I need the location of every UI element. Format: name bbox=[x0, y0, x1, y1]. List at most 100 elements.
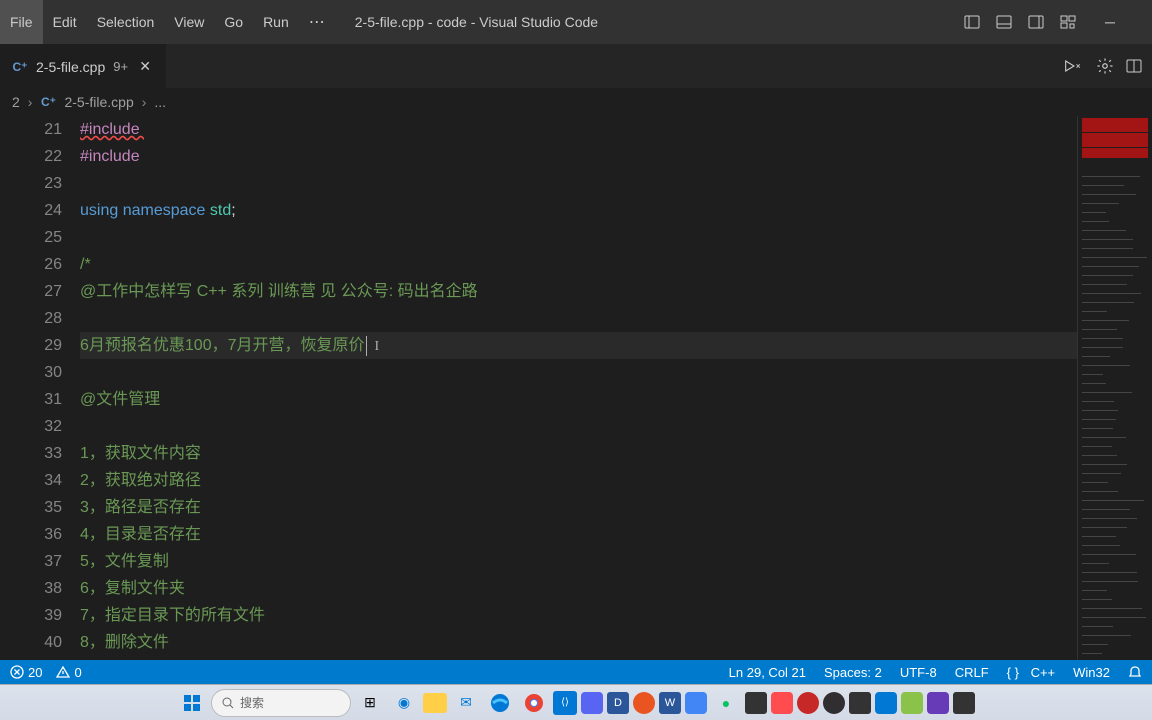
minimap-line bbox=[1082, 248, 1133, 249]
line-number: 24 bbox=[0, 197, 62, 224]
menubar: File Edit Selection View Go Run ⋯ bbox=[0, 0, 335, 44]
editor[interactable]: 2122232425262728293031323334353637383940… bbox=[0, 116, 1152, 660]
minimap-line bbox=[1082, 635, 1131, 636]
app-icon[interactable] bbox=[849, 692, 871, 714]
menu-overflow-icon[interactable]: ⋯ bbox=[299, 12, 335, 32]
code-area[interactable]: #include #include using namespace std; /… bbox=[80, 116, 1077, 660]
status-eol[interactable]: CRLF bbox=[955, 665, 989, 680]
line-number: 33 bbox=[0, 440, 62, 467]
obs-icon[interactable] bbox=[823, 692, 845, 714]
app-icon[interactable] bbox=[927, 692, 949, 714]
app-icon[interactable]: D bbox=[607, 692, 629, 714]
minimap-line bbox=[1082, 563, 1109, 564]
app-icon[interactable] bbox=[581, 692, 603, 714]
minimap-line bbox=[1082, 428, 1113, 429]
code-line[interactable]: 4，目录是否存在 bbox=[80, 521, 1077, 548]
status-position[interactable]: Ln 29, Col 21 bbox=[729, 665, 806, 680]
code-line[interactable] bbox=[80, 170, 1077, 197]
code-line[interactable]: #include bbox=[80, 143, 1077, 170]
breadcrumb-file[interactable]: 2-5-file.cpp bbox=[64, 94, 133, 110]
breadcrumb-folder[interactable]: 2 bbox=[12, 94, 20, 110]
tab-dirty-indicator: 9+ bbox=[113, 59, 128, 74]
line-number: 23 bbox=[0, 170, 62, 197]
word-icon[interactable]: W bbox=[659, 692, 681, 714]
app-icon[interactable] bbox=[901, 692, 923, 714]
menu-go[interactable]: Go bbox=[214, 0, 253, 44]
minimap-line bbox=[1082, 212, 1106, 213]
status-notifications-icon[interactable] bbox=[1128, 665, 1142, 679]
menu-selection[interactable]: Selection bbox=[87, 0, 165, 44]
layout-right-icon[interactable] bbox=[1024, 10, 1048, 34]
edge-icon[interactable] bbox=[485, 688, 515, 718]
minimap-line bbox=[1082, 410, 1118, 411]
tab-close-icon[interactable]: ✕ bbox=[136, 58, 154, 76]
menu-run[interactable]: Run bbox=[253, 0, 299, 44]
app-icon[interactable] bbox=[797, 692, 819, 714]
minimap-line bbox=[1082, 230, 1126, 231]
code-line[interactable]: @工作中怎样写 C++ 系列 训练营 见 公众号: 码出名企路 bbox=[80, 278, 1077, 305]
app-icon[interactable] bbox=[633, 692, 655, 714]
minimap-line bbox=[1082, 392, 1132, 393]
menu-file[interactable]: File bbox=[0, 0, 43, 44]
app-icon[interactable] bbox=[771, 692, 793, 714]
wechat-icon[interactable]: ● bbox=[711, 688, 741, 718]
code-line[interactable]: 6，复制文件夹 bbox=[80, 575, 1077, 602]
breadcrumb[interactable]: 2 › C⁺ 2-5-file.cpp › ... bbox=[0, 88, 1152, 116]
status-lang[interactable]: { } C++ bbox=[1007, 665, 1056, 680]
line-number: 38 bbox=[0, 575, 62, 602]
minimize-icon[interactable]: ─ bbox=[1098, 10, 1122, 34]
taskbar-search[interactable]: 搜索 bbox=[211, 689, 351, 717]
widgets-icon[interactable]: ◉ bbox=[389, 688, 419, 718]
code-line[interactable]: 1，获取文件内容 bbox=[80, 440, 1077, 467]
app-icon[interactable] bbox=[745, 692, 767, 714]
code-line[interactable]: using namespace std; bbox=[80, 197, 1077, 224]
code-line[interactable]: 2，获取绝对路径 bbox=[80, 467, 1077, 494]
status-encoding[interactable]: UTF-8 bbox=[900, 665, 937, 680]
code-line[interactable]: 8，删除文件 bbox=[80, 629, 1077, 656]
minimap-line bbox=[1082, 500, 1144, 501]
menu-edit[interactable]: Edit bbox=[43, 0, 87, 44]
settings-gear-icon[interactable] bbox=[1096, 57, 1114, 75]
start-icon[interactable] bbox=[177, 688, 207, 718]
breadcrumb-more[interactable]: ... bbox=[154, 94, 166, 110]
app-icon[interactable] bbox=[953, 692, 975, 714]
minimap[interactable] bbox=[1077, 116, 1152, 660]
code-line[interactable]: 5，文件复制 bbox=[80, 548, 1077, 575]
taskview-icon[interactable]: ⊞ bbox=[355, 688, 385, 718]
code-line[interactable] bbox=[80, 359, 1077, 386]
status-target[interactable]: Win32 bbox=[1073, 665, 1110, 680]
code-line[interactable]: 7，指定目录下的所有文件 bbox=[80, 602, 1077, 629]
code-line[interactable]: 6月预报名优惠100，7月开营，恢复原价I bbox=[80, 332, 1077, 359]
split-editor-icon[interactable] bbox=[1126, 58, 1142, 74]
window-title: 2-5-file.cpp - code - Visual Studio Code bbox=[335, 14, 960, 30]
code-line[interactable] bbox=[80, 413, 1077, 440]
code-line[interactable] bbox=[80, 305, 1077, 332]
app-icon[interactable] bbox=[875, 692, 897, 714]
title-layout-icons: ─ bbox=[960, 10, 1152, 34]
minimap-line bbox=[1082, 320, 1129, 321]
minimap-line bbox=[1082, 275, 1133, 276]
code-line[interactable]: /* bbox=[80, 251, 1077, 278]
layout-customize-icon[interactable] bbox=[1056, 10, 1080, 34]
code-line[interactable]: @文件管理 bbox=[80, 386, 1077, 413]
status-spaces[interactable]: Spaces: 2 bbox=[824, 665, 882, 680]
minimap-line bbox=[1082, 455, 1117, 456]
code-line[interactable]: 3，路径是否存在 bbox=[80, 494, 1077, 521]
minimap-line bbox=[1082, 293, 1141, 294]
status-warnings[interactable]: 0 bbox=[56, 665, 81, 680]
vscode-icon[interactable]: ⟨⟩ bbox=[553, 691, 577, 715]
status-errors[interactable]: 20 bbox=[10, 665, 42, 680]
explorer-icon[interactable] bbox=[423, 693, 447, 713]
layout-left-icon[interactable] bbox=[960, 10, 984, 34]
app-icon[interactable] bbox=[685, 692, 707, 714]
run-debug-icon[interactable] bbox=[1064, 58, 1084, 74]
minimap-line bbox=[1082, 581, 1138, 582]
mail-icon[interactable]: ✉ bbox=[451, 688, 481, 718]
code-line[interactable]: #include bbox=[80, 116, 1077, 143]
layout-bottom-icon[interactable] bbox=[992, 10, 1016, 34]
menu-view[interactable]: View bbox=[164, 0, 214, 44]
chrome-icon[interactable] bbox=[519, 688, 549, 718]
windows-taskbar[interactable]: 搜索 ⊞ ◉ ✉ ⟨⟩ D W ● bbox=[0, 684, 1152, 720]
code-line[interactable] bbox=[80, 224, 1077, 251]
tab-active[interactable]: C⁺ 2-5-file.cpp 9+ ✕ bbox=[0, 44, 166, 88]
